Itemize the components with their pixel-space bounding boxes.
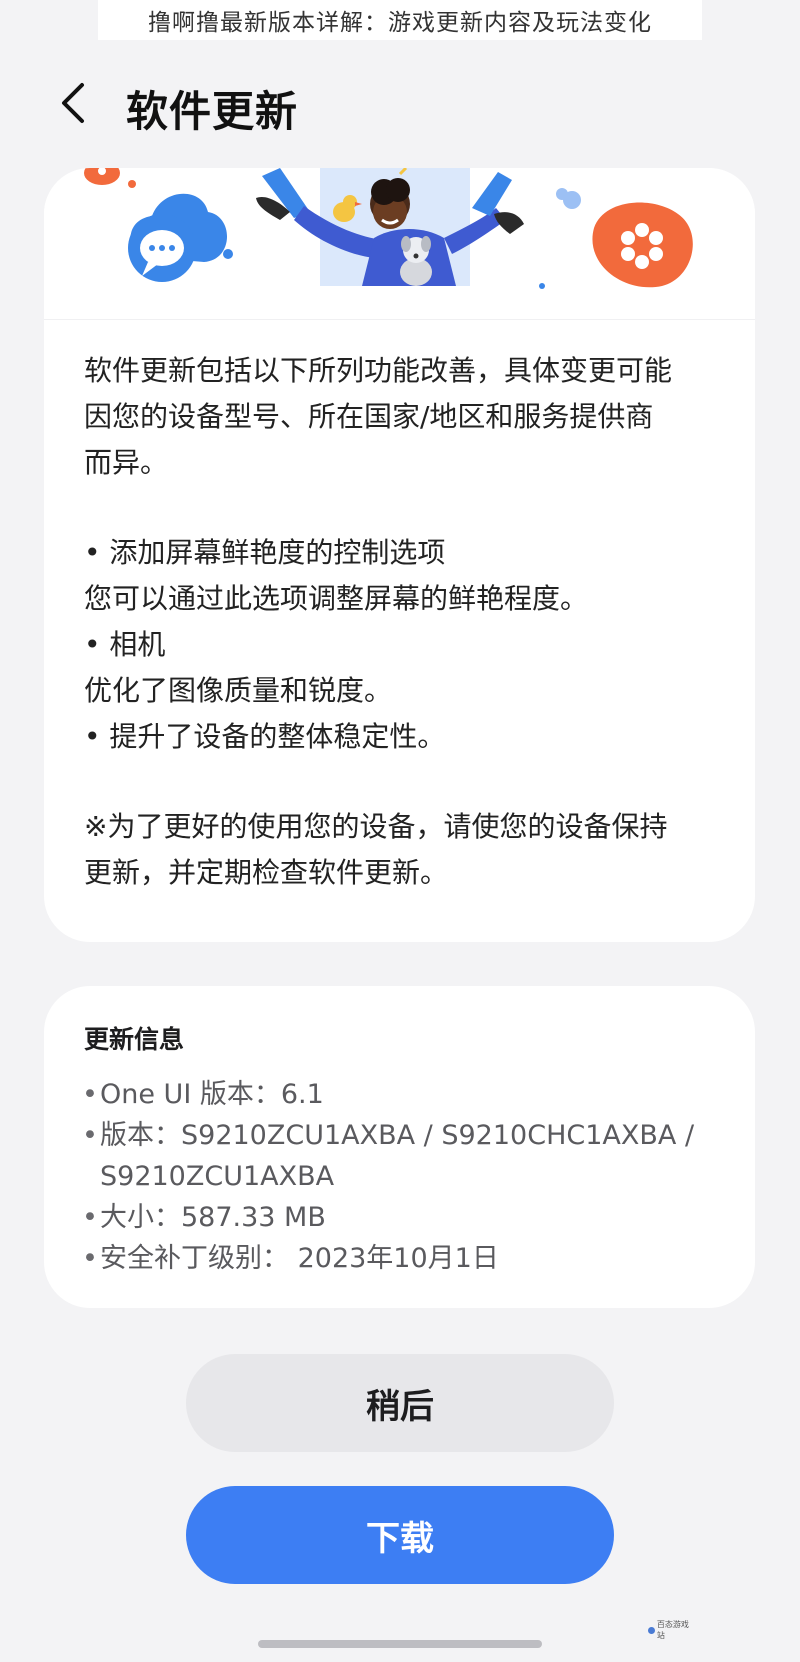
back-button[interactable] xyxy=(50,78,94,128)
update-info-card: 更新信息 One UI 版本：6.1 版本：S9210ZCU1AXBA / S9… xyxy=(44,986,755,1308)
caption-text: 撸啊撸最新版本详解：游戏更新内容及玩法变化 xyxy=(148,10,652,36)
person-illustration xyxy=(256,168,524,286)
watermark-icon xyxy=(648,1626,655,1634)
footer-line: ※为了更好的使用您的设备，请使您的设备保持 xyxy=(84,810,668,843)
watermark-text: 百态游戏站 xyxy=(656,1620,689,1640)
intro-line: 因您的设备型号、所在国家/地区和服务提供商 xyxy=(84,400,654,433)
later-button[interactable]: 稍后 xyxy=(186,1354,614,1452)
flower-icon xyxy=(592,202,693,288)
note-item: • 相机 xyxy=(84,628,166,661)
caption-banner: 撸啊撸最新版本详解：游戏更新内容及玩法变化 xyxy=(98,0,702,40)
chevron-left-icon xyxy=(62,83,84,123)
intro-line: 软件更新包括以下所列功能改善，具体变更可能 xyxy=(84,354,673,387)
note-item: • 添加屏幕鲜艳度的控制选项 xyxy=(84,536,446,569)
info-build-version: 版本：S9210ZCU1AXBA / S9210CHC1AXBA / S9210… xyxy=(82,1115,732,1197)
info-ui-version: One UI 版本：6.1 xyxy=(82,1074,732,1115)
download-button[interactable]: 下载 xyxy=(186,1486,614,1584)
footer-line: 更新，并定期检查软件更新。 xyxy=(84,856,449,889)
update-info-list: One UI 版本：6.1 版本：S9210ZCU1AXBA / S9210CH… xyxy=(82,1074,732,1279)
info-size: 大小：587.33 MB xyxy=(82,1197,732,1238)
page-title: 软件更新 xyxy=(126,87,299,136)
watermark-logo: 百态游戏站 xyxy=(648,1620,696,1640)
update-info-title: 更新信息 xyxy=(84,1025,185,1054)
hero-illustration xyxy=(44,168,755,320)
info-build-version-text: 版本：S9210ZCU1AXBA / S9210CHC1AXBA / xyxy=(100,1120,695,1151)
intro-line: 而异。 xyxy=(84,446,169,479)
home-indicator[interactable] xyxy=(258,1640,542,1648)
note-item: • 提升了设备的整体稳定性。 xyxy=(84,720,446,753)
release-notes-text: 软件更新包括以下所列功能改善，具体变更可能 因您的设备型号、所在国家/地区和服务… xyxy=(84,348,734,896)
note-item: 您可以通过此选项调整屏幕的鲜艳程度。 xyxy=(84,582,589,615)
hero-art xyxy=(84,168,693,289)
info-build-version-cont: S9210ZCU1AXBA xyxy=(100,1161,335,1192)
release-notes-card: 软件更新包括以下所列功能改善，具体变更可能 因您的设备型号、所在国家/地区和服务… xyxy=(44,168,755,942)
app-header: 软件更新 xyxy=(0,60,800,146)
chat-bubble-icon xyxy=(128,193,233,282)
note-item: 优化了图像质量和锐度。 xyxy=(84,674,393,707)
info-security-patch: 安全补丁级别： 2023年10月1日 xyxy=(82,1238,732,1279)
